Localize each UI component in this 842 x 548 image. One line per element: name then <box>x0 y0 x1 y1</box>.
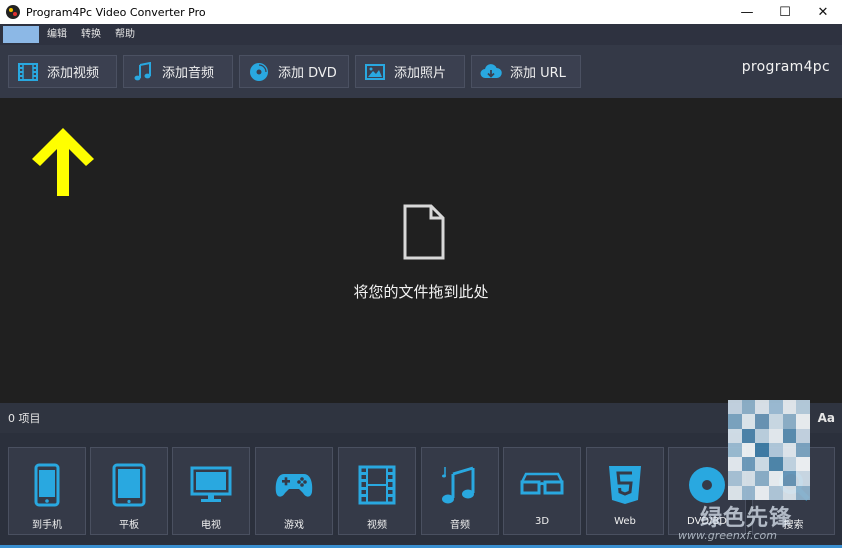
profile-tablet-label: 平板 <box>119 520 139 531</box>
arrow-up-icon <box>32 128 94 196</box>
add-video-button[interactable]: 添加视频 <box>8 55 117 88</box>
tv-icon <box>190 466 232 502</box>
profile-tablet[interactable]: 平板 <box>90 447 168 535</box>
profile-audio[interactable]: 音频 <box>421 447 499 535</box>
add-photo-label: 添加照片 <box>394 66 447 81</box>
file-drop-area[interactable]: 将您的文件拖到此处 <box>0 98 842 403</box>
profile-audio-label: 音频 <box>450 520 470 531</box>
profile-3d[interactable]: 3D <box>503 447 581 535</box>
profile-video-label: 视频 <box>367 520 387 531</box>
menu-item-help[interactable]: 帮助 <box>109 26 141 43</box>
profile-web[interactable]: Web <box>586 447 664 535</box>
close-button[interactable]: ✕ <box>804 0 842 24</box>
watermark-url: www.greenxf.com <box>678 529 777 542</box>
minimize-button[interactable]: — <box>728 0 766 24</box>
toolbar: 添加视频 添加音频 添加 DVD 添加照片 添加 URL program4pc <box>0 45 842 98</box>
html5-icon <box>609 466 641 504</box>
menu-item-convert[interactable]: 转换 <box>75 26 107 43</box>
3d-glasses-icon <box>520 472 564 495</box>
profile-phone-label: 到手机 <box>32 520 62 531</box>
phone-icon <box>34 463 60 507</box>
music-notes-icon <box>442 466 475 504</box>
profile-tv[interactable]: 电视 <box>172 447 250 535</box>
menu-item-file[interactable] <box>3 26 39 43</box>
add-audio-label: 添加音频 <box>162 66 215 81</box>
window-title: Program4Pc Video Converter Pro <box>26 5 206 19</box>
app-logo-icon <box>6 5 20 19</box>
film-icon <box>17 61 39 83</box>
disc-icon <box>248 61 270 83</box>
font-size-toggle[interactable]: Aa <box>818 411 835 425</box>
drop-hint-text: 将您的文件拖到此处 <box>353 283 489 301</box>
window-controls: — ☐ ✕ <box>728 0 842 24</box>
profile-tv-label: 电视 <box>201 520 221 531</box>
profile-games-label: 游戏 <box>284 520 304 531</box>
menu-item-edit[interactable]: 编辑 <box>41 26 73 43</box>
status-bar: 0 项目 Aa <box>0 403 842 433</box>
add-dvd-label: 添加 DVD <box>278 66 337 81</box>
add-video-label: 添加视频 <box>47 66 100 81</box>
image-icon <box>364 61 386 83</box>
tablet-icon <box>112 463 146 507</box>
profile-video[interactable]: 视频 <box>338 447 416 535</box>
disc-icon <box>689 467 725 503</box>
add-audio-button[interactable]: 添加音频 <box>123 55 233 88</box>
title-bar: Program4Pc Video Converter Pro — ☐ ✕ <box>0 0 842 24</box>
brand-logo: program4pc <box>741 59 830 75</box>
add-url-label: 添加 URL <box>510 66 566 81</box>
add-dvd-button[interactable]: 添加 DVD <box>239 55 349 88</box>
film-icon <box>358 465 396 505</box>
gamepad-icon <box>275 474 313 497</box>
menu-bar: 编辑 转换 帮助 <box>0 24 842 45</box>
add-photo-button[interactable]: 添加照片 <box>355 55 465 88</box>
watermark-text: 绿色先锋 <box>700 506 793 531</box>
music-note-icon <box>132 61 154 83</box>
item-count: 0 项目 <box>8 412 41 425</box>
profile-web-label: Web <box>614 516 636 527</box>
profile-3d-label: 3D <box>534 516 550 527</box>
profile-games[interactable]: 游戏 <box>255 447 333 535</box>
profile-phone[interactable]: 到手机 <box>8 447 86 535</box>
cloud-download-icon <box>480 61 502 83</box>
maximize-button[interactable]: ☐ <box>766 0 804 24</box>
add-url-button[interactable]: 添加 URL <box>471 55 581 88</box>
watermark-mosaic <box>728 400 810 500</box>
file-icon <box>403 204 445 260</box>
